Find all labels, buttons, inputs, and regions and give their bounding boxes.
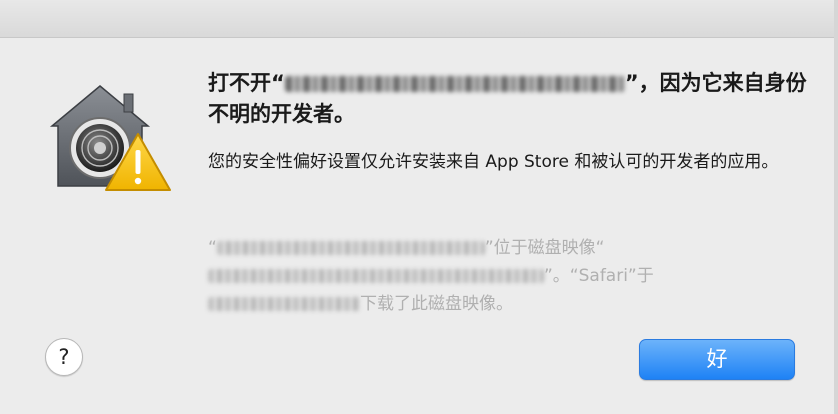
- detail-mid-1: ”位于磁盘映像“: [484, 238, 605, 258]
- headline-prefix: 打不开“: [208, 71, 285, 95]
- disk-image-detail: “ ”位于磁盘映像“ ”。“Safari”于下载了此磁盘映像。: [208, 234, 798, 318]
- redacted-file-name: [216, 241, 485, 255]
- window-edge: [834, 0, 838, 414]
- unidentified-developer-dialog: 打不开“ ”，因为它来自身份不明的开发者。 您的安全性偏好设置仅允许安装来自 Ap…: [0, 0, 838, 414]
- detail-end: 下载了此磁盘映像。: [360, 294, 513, 314]
- dialog-headline: 打不开“ ”，因为它来自身份不明的开发者。: [208, 68, 818, 130]
- redacted-download-source: [208, 297, 360, 311]
- detail-open-quote: “: [208, 238, 217, 258]
- redacted-disk-image-name: [208, 269, 544, 283]
- security-preference-message: 您的安全性偏好设置仅允许安装来自 App Store 和被认可的开发者的应用。: [208, 152, 779, 172]
- gatekeeper-lock-house-icon: [48, 80, 172, 194]
- ok-button[interactable]: 好: [639, 339, 795, 380]
- redacted-app-name: [284, 76, 625, 92]
- window-titlebar[interactable]: [0, 0, 838, 38]
- detail-mid-2: ”。“Safari”于: [544, 266, 654, 286]
- help-button[interactable]: ?: [45, 338, 83, 376]
